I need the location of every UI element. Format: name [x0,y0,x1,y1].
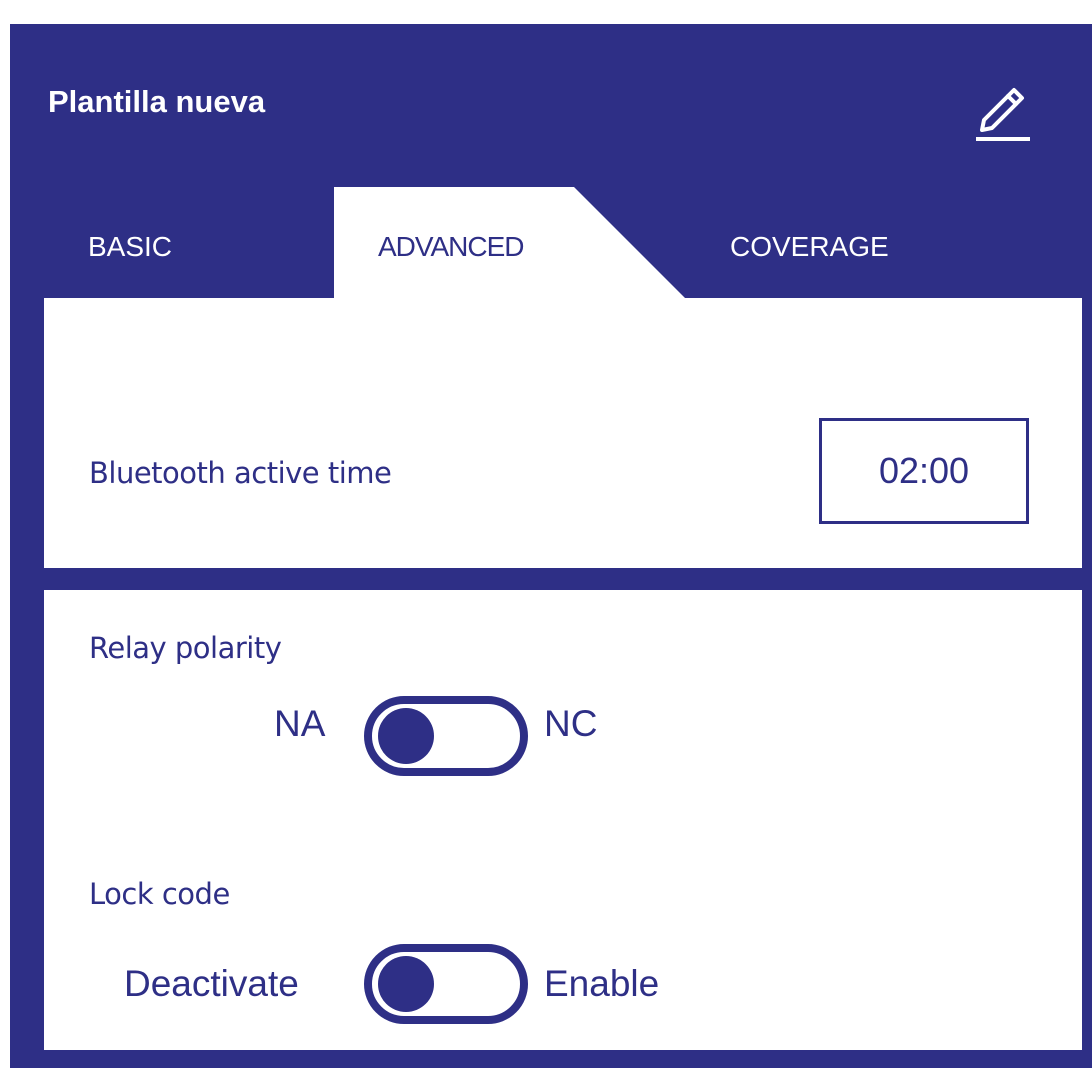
edit-button[interactable] [970,74,1036,146]
relay-polarity-panel: Relay polarity NA NC [44,590,1082,834]
page-title: Plantilla nueva [48,84,266,119]
relay-polarity-label: Relay polarity [89,631,282,665]
relay-polarity-toggle[interactable] [364,696,528,776]
tab-advanced[interactable]: ADVANCED [378,229,525,265]
bluetooth-panel: Bluetooth active time 02:00 [44,298,1082,568]
lock-code-toggle[interactable] [364,944,528,1024]
bluetooth-time-field[interactable]: 02:00 [819,418,1029,524]
lock-code-label: Lock code [89,877,230,911]
lock-code-panel: Lock code Deactivate Enable [44,830,1082,1050]
relay-option-nc: NC [544,703,598,744]
pencil-icon [976,88,1030,141]
app-frame: Plantilla nueva BASIC ADVANCED COVERAGE … [10,24,1092,1068]
lock-option-enable: Enable [544,963,660,1004]
toggle-knob [378,708,434,764]
relay-option-na: NA [274,703,326,744]
bluetooth-active-time-label: Bluetooth active time [89,456,392,490]
toggle-knob [378,956,434,1012]
lock-option-deactivate: Deactivate [124,963,299,1004]
tab-coverage[interactable]: COVERAGE [730,229,889,265]
tab-basic[interactable]: BASIC [88,229,172,265]
